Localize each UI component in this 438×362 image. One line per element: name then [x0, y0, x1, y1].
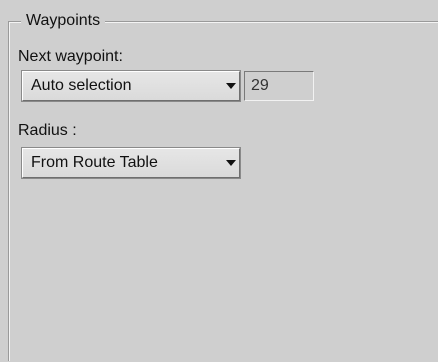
radius-dropdown[interactable]: From Route Table [22, 148, 240, 178]
next-waypoint-selected-value: Auto selection [31, 77, 132, 94]
chevron-down-icon [226, 159, 236, 167]
waypoint-number-field: 29 [244, 71, 314, 101]
radius-label: Radius : [18, 122, 77, 139]
next-waypoint-dropdown[interactable]: Auto selection [22, 71, 240, 101]
next-waypoint-label: Next waypoint: [18, 48, 123, 65]
group-title: Waypoints [21, 10, 106, 32]
chevron-down-icon [226, 82, 236, 90]
radius-selected-value: From Route Table [31, 154, 158, 171]
